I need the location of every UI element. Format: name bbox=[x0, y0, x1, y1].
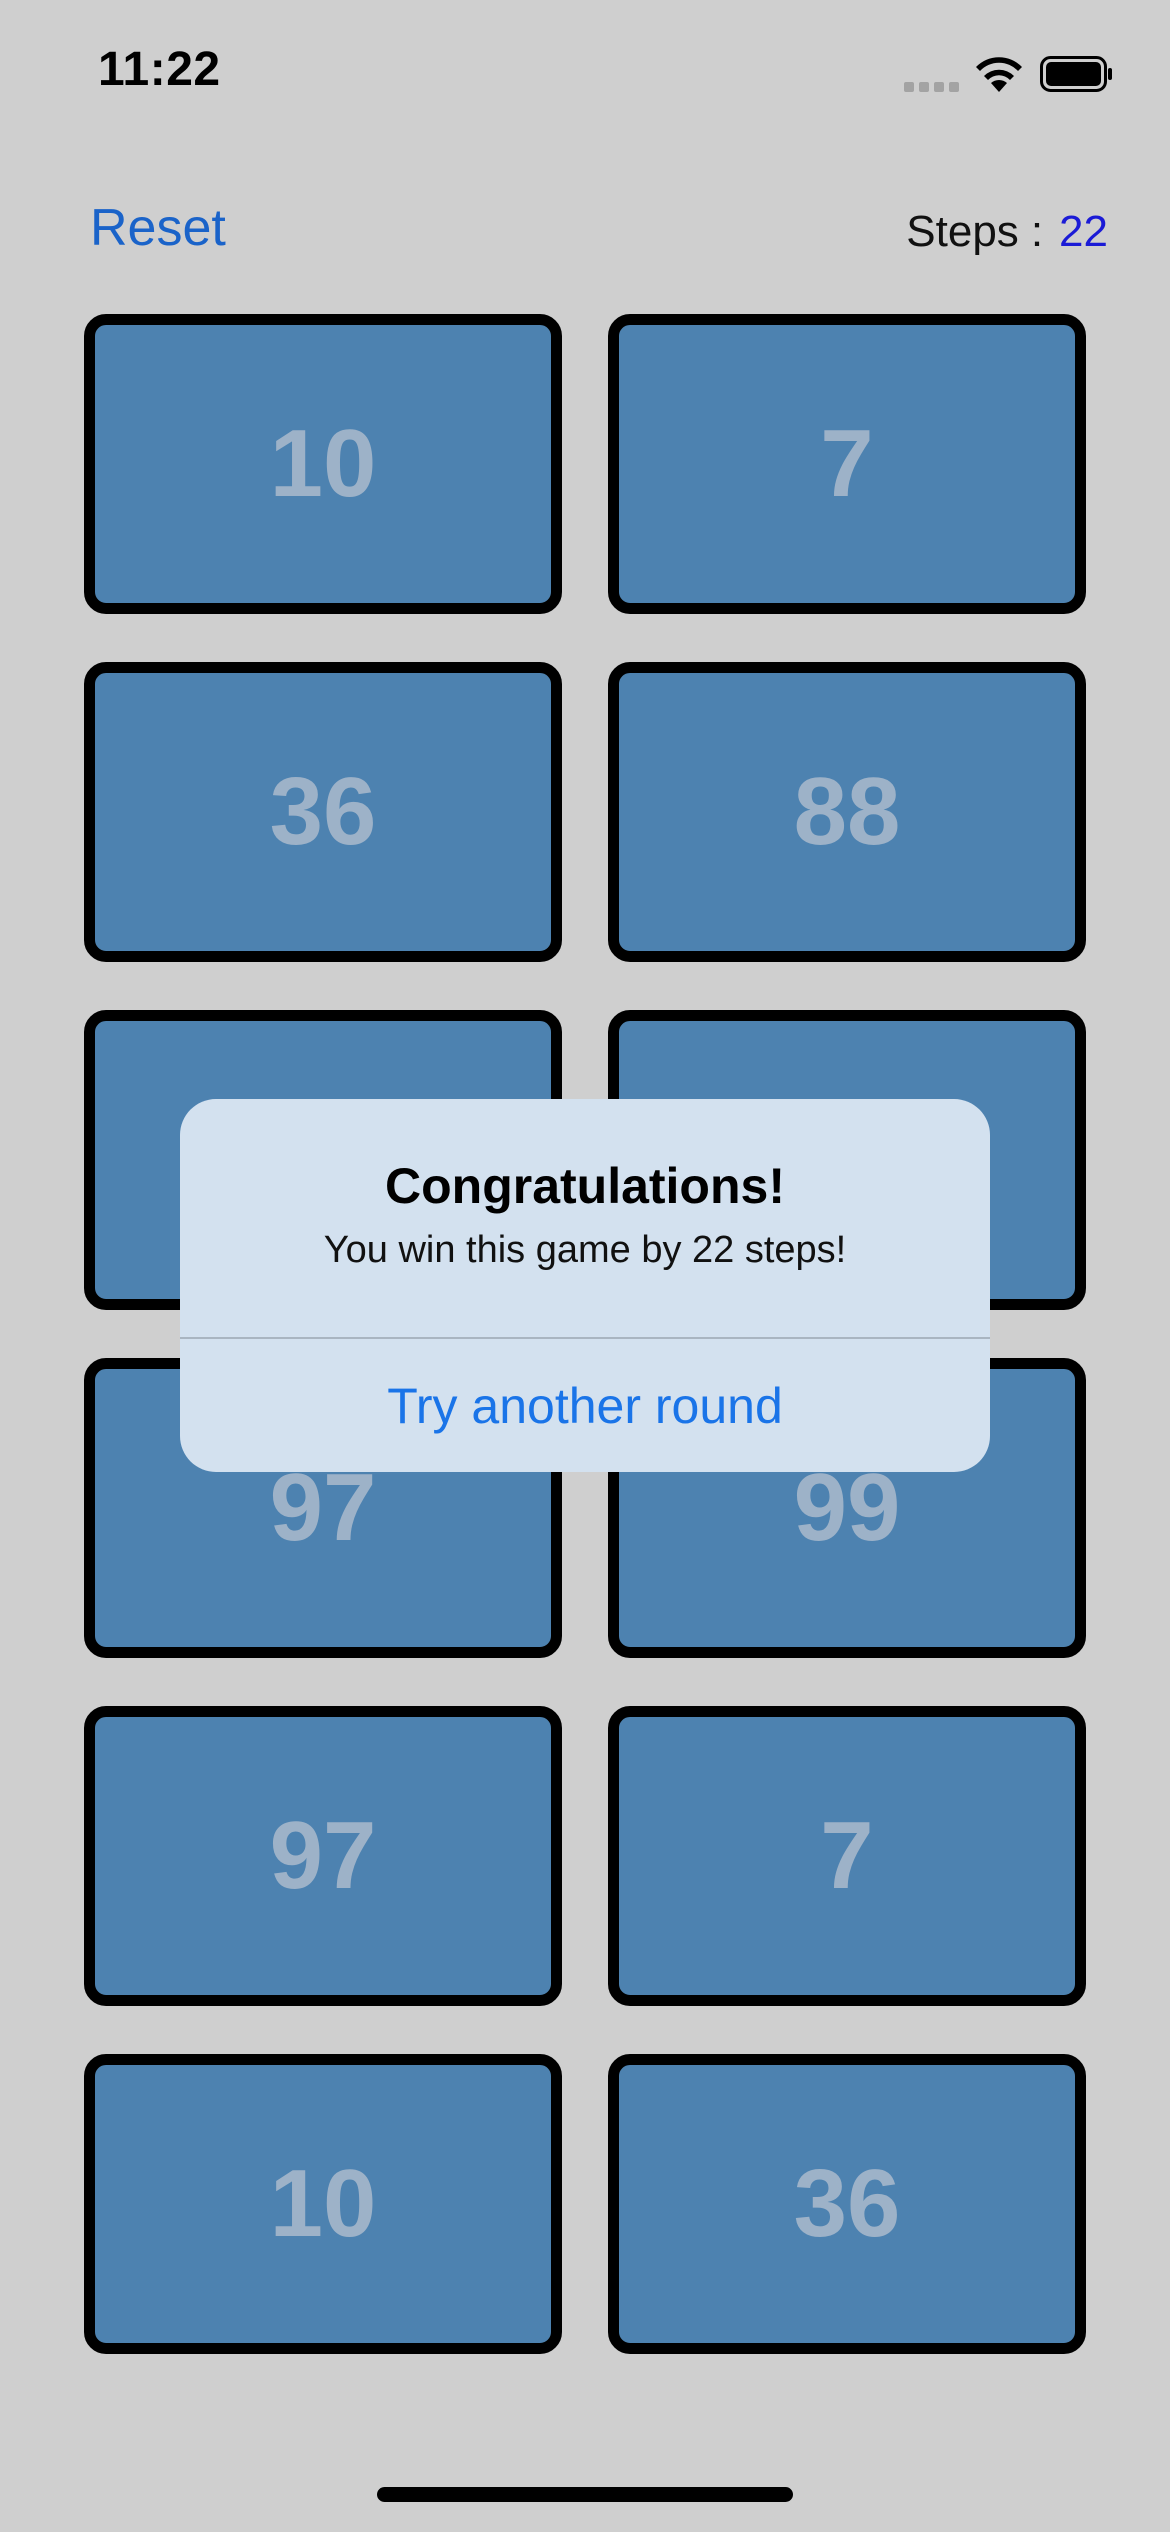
status-bar: 11:22 bbox=[0, 0, 1170, 150]
signal-icon bbox=[904, 78, 960, 92]
battery-icon bbox=[1040, 56, 1112, 92]
card[interactable]: 88 bbox=[608, 662, 1086, 962]
alert-title: Congratulations! bbox=[385, 1158, 785, 1214]
steps-value: 22 bbox=[1059, 207, 1108, 256]
card[interactable]: 97 bbox=[84, 1706, 562, 2006]
card[interactable]: 10 bbox=[84, 314, 562, 614]
card[interactable]: 36 bbox=[84, 662, 562, 962]
congratulations-alert: Congratulations! You win this game by 22… bbox=[180, 1099, 990, 1472]
status-time: 11:22 bbox=[98, 43, 221, 96]
alert-message: You win this game by 22 steps! bbox=[323, 1229, 847, 1271]
card[interactable]: 10 bbox=[84, 2054, 562, 2354]
try-another-round-button[interactable]: Try another round bbox=[180, 1339, 990, 1472]
wifi-icon bbox=[976, 57, 1022, 92]
steps-counter: Steps : 22 bbox=[906, 204, 1108, 260]
card[interactable]: 7 bbox=[608, 1706, 1086, 2006]
reset-button[interactable]: Reset bbox=[90, 196, 226, 260]
card[interactable]: 36 bbox=[608, 2054, 1086, 2354]
home-indicator[interactable] bbox=[377, 2487, 793, 2502]
steps-label: Steps bbox=[906, 207, 1019, 256]
steps-separator: : bbox=[1030, 207, 1044, 256]
card[interactable]: 7 bbox=[608, 314, 1086, 614]
